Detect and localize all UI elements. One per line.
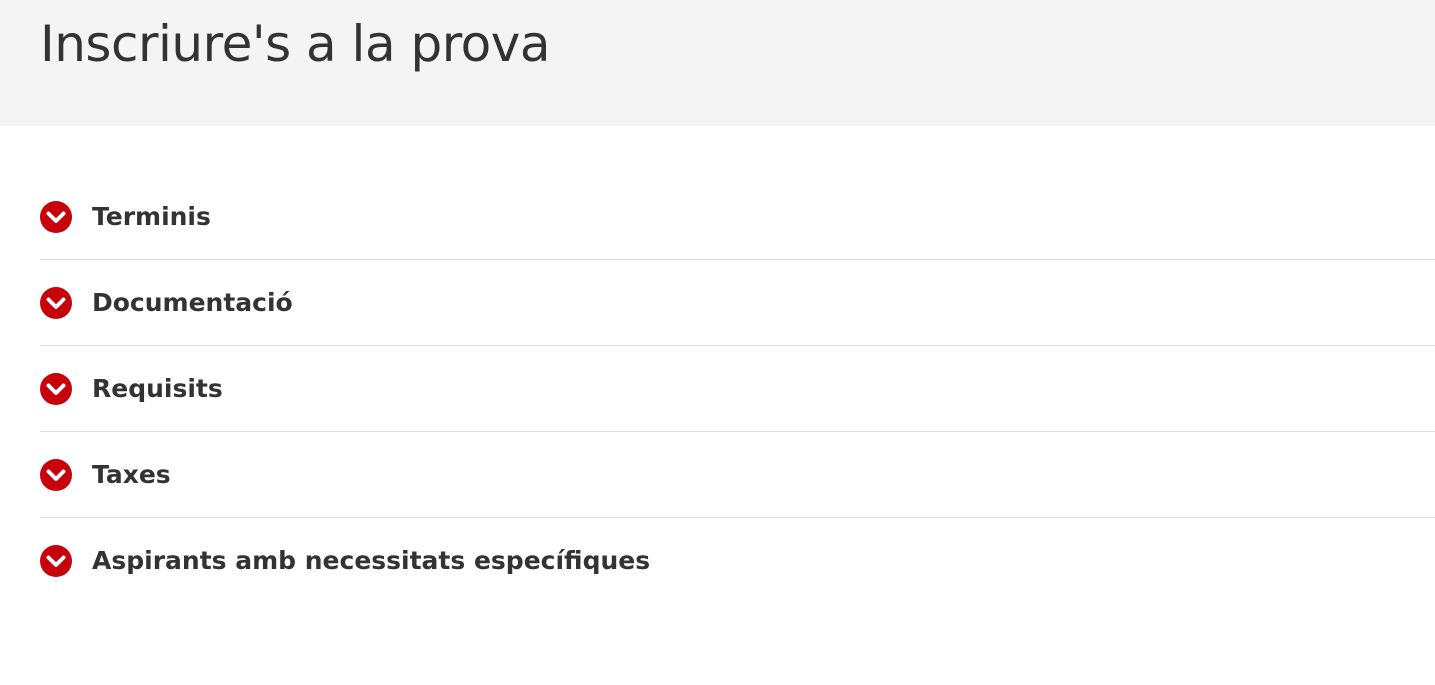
accordion: Terminis Documentació Requisits Taxes As…	[40, 174, 1435, 604]
chevron-down-icon[interactable]	[40, 458, 72, 491]
accordion-item-aspirants[interactable]: Aspirants amb necessitats específiques	[40, 518, 1435, 604]
accordion-item-terminis[interactable]: Terminis	[40, 174, 1435, 260]
accordion-item-label[interactable]: Requisits	[92, 373, 223, 405]
chevron-down-icon[interactable]	[40, 545, 72, 577]
accordion-item-documentacio[interactable]: Documentació	[40, 260, 1435, 346]
page-header: Inscriure's a la prova	[0, 0, 1435, 126]
accordion-item-label[interactable]: Documentació	[92, 287, 293, 319]
accordion-item-taxes[interactable]: Taxes	[40, 432, 1435, 518]
page-title: Inscriure's a la prova	[40, 15, 551, 73]
chevron-down-icon[interactable]	[40, 286, 72, 319]
chevron-down-icon[interactable]	[40, 200, 72, 233]
accordion-item-label[interactable]: Aspirants amb necessitats específiques	[92, 545, 650, 577]
accordion-item-label[interactable]: Terminis	[92, 201, 211, 233]
chevron-down-icon[interactable]	[40, 372, 72, 405]
accordion-item-requisits[interactable]: Requisits	[40, 346, 1435, 432]
accordion-item-label[interactable]: Taxes	[92, 459, 171, 491]
